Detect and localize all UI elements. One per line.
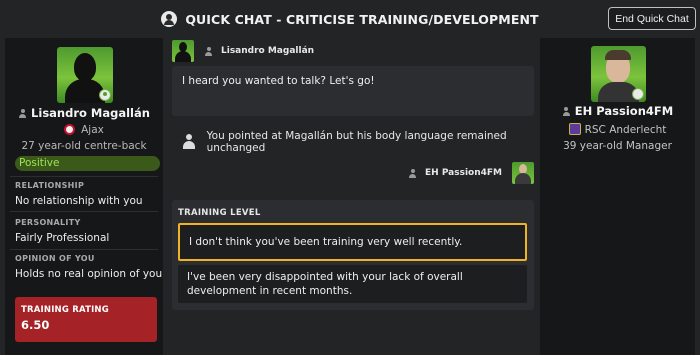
- club-crest-icon: [64, 124, 76, 135]
- training-rating-value: 6.50: [21, 318, 50, 332]
- person-icon: [161, 11, 178, 27]
- divider: [10, 249, 158, 250]
- manager-avatar[interactable]: [591, 46, 646, 102]
- training-rating-label: TRAINING RATING: [21, 305, 109, 315]
- manager-name-row[interactable]: EH Passion4FM: [540, 104, 695, 118]
- player-message-bubble: I heard you wanted to talk? Let's go!: [172, 66, 534, 116]
- player-small-avatar: [172, 40, 194, 62]
- manager-age-role: 39 year-old Manager: [563, 140, 672, 152]
- divider: [10, 176, 158, 177]
- response-options-panel: TRAINING LEVEL I don't think you've been…: [172, 200, 534, 310]
- player-message-text: I heard you wanted to talk? Let's go!: [182, 75, 375, 87]
- relationship-value: No relationship with you: [15, 195, 143, 207]
- manager-name: EH Passion4FM: [574, 104, 674, 118]
- player-avatar[interactable]: [57, 47, 113, 103]
- relationship-label: RELATIONSHIP: [15, 181, 85, 190]
- player-club: Ajax: [81, 124, 104, 136]
- person-icon: [204, 46, 213, 56]
- player-sender-name: Lisandro Magallán: [221, 46, 315, 56]
- options-title: TRAINING LEVEL: [178, 208, 261, 218]
- response-option-text: I've been very disappointed with your la…: [187, 271, 463, 297]
- manager-club-row[interactable]: RSC Anderlecht: [540, 123, 695, 136]
- player-club-row[interactable]: Ajax: [5, 124, 163, 136]
- player-name-row[interactable]: Lisandro Magallán: [5, 106, 163, 120]
- divider: [10, 211, 158, 212]
- title-wrap: QUICK CHAT - CRITICISE TRAINING/DEVELOPM…: [161, 11, 539, 27]
- opinion-label: OPINION OF YOU: [15, 254, 95, 263]
- conversation-panel: Lisandro Magallán I heard you wanted to …: [172, 38, 534, 355]
- manager-sender-name: EH Passion4FM: [425, 168, 502, 178]
- player-age-position: 27 year-old centre-back: [21, 140, 147, 152]
- manager-message-header: EH Passion4FM: [408, 162, 534, 184]
- player-message-header: Lisandro Magallán: [172, 40, 314, 62]
- manager-badge-icon: [632, 88, 644, 100]
- gesture-icon: [182, 134, 195, 150]
- event-line: You pointed at Magallán but his body lan…: [182, 130, 534, 154]
- person-icon: [408, 168, 417, 178]
- page-title: QUICK CHAT - CRITICISE TRAINING/DEVELOPM…: [185, 11, 539, 27]
- response-option-text: I don't think you've been training very …: [189, 236, 463, 248]
- manager-panel: EH Passion4FM RSC Anderlecht 39 year-old…: [540, 38, 695, 355]
- response-option[interactable]: I don't think you've been training very …: [178, 223, 527, 261]
- personality-value: Fairly Professional: [15, 232, 110, 244]
- manager-small-avatar: [512, 162, 534, 184]
- end-quick-chat-button[interactable]: End Quick Chat: [608, 7, 696, 30]
- opinion-value: Holds no real opinion of you: [15, 268, 163, 280]
- player-name: Lisandro Magallán: [31, 106, 150, 120]
- response-option[interactable]: I've been very disappointed with your la…: [178, 265, 527, 303]
- manager-club: RSC Anderlecht: [584, 124, 667, 136]
- player-panel: Lisandro Magallán Ajax 27 year-old centr…: [5, 38, 163, 355]
- personality-label: PERSONALITY: [15, 218, 81, 227]
- mood-badge: Positive: [15, 156, 160, 171]
- club-crest-icon: [568, 123, 581, 135]
- person-icon: [18, 109, 27, 118]
- top-bar: QUICK CHAT - CRITICISE TRAINING/DEVELOPM…: [0, 0, 700, 38]
- event-text: You pointed at Magallán but his body lan…: [206, 130, 507, 154]
- training-rating-box: TRAINING RATING 6.50: [15, 297, 157, 342]
- player-badge-icon: [99, 89, 111, 101]
- person-icon: [562, 107, 571, 116]
